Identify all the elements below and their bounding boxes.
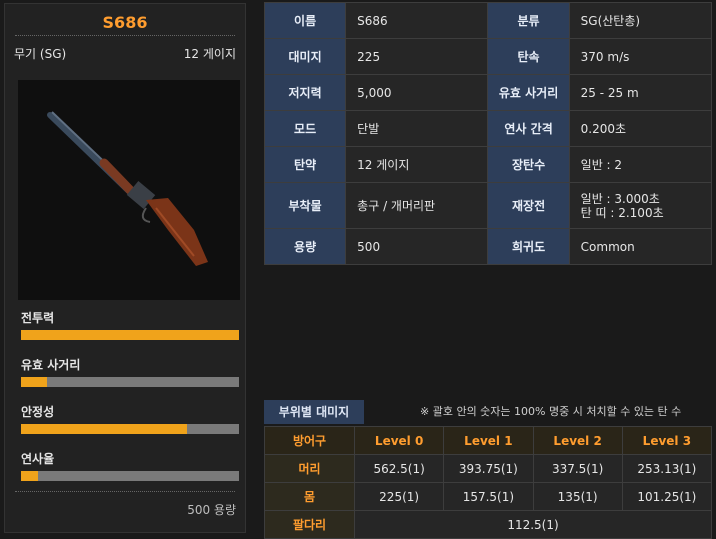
shotgun-icon bbox=[47, 111, 208, 266]
info-row: 대미지 225 탄속 370 m/s bbox=[263, 38, 713, 75]
info-label: 연사 간격 bbox=[487, 110, 570, 147]
info-label: 재장전 bbox=[487, 182, 570, 229]
damage-part: 몸 bbox=[264, 482, 355, 511]
info-value: 일반 : 2 bbox=[568, 146, 713, 183]
info-label: 탄속 bbox=[487, 38, 570, 75]
reload-clip: 탄 띠 : 2.100초 bbox=[580, 205, 664, 220]
info-row: 용량 500 희귀도 Common bbox=[263, 228, 713, 265]
stat-bar bbox=[21, 424, 239, 434]
info-value: S686 bbox=[345, 2, 489, 39]
damage-value: 112.5(1) bbox=[354, 510, 712, 539]
info-label: 장탄수 bbox=[487, 146, 570, 183]
weapon-ammo: 12 게이지 bbox=[183, 46, 236, 61]
damage-header: Level 0 bbox=[353, 426, 445, 455]
damage-header-row: 방어구 Level 0 Level 1 Level 2 Level 3 bbox=[264, 426, 713, 455]
info-label: 용량 bbox=[263, 228, 347, 265]
damage-header: Level 2 bbox=[532, 426, 623, 455]
damage-row: 팔다리 112.5(1) bbox=[264, 510, 712, 539]
info-row: 이름 S686 분류 SG(산탄총) bbox=[263, 2, 713, 39]
damage-value: 101.25(1) bbox=[621, 482, 713, 511]
stat-label: 연사율 bbox=[21, 452, 55, 466]
info-value: 25 - 25 m bbox=[568, 74, 713, 111]
weapon-category: 무기 (SG) bbox=[14, 46, 67, 61]
info-value: 370 m/s bbox=[568, 38, 713, 75]
info-row: 탄약 12 게이지 장탄수 일반 : 2 bbox=[263, 146, 713, 183]
stat-label: 전투력 bbox=[21, 311, 55, 325]
stat-bar bbox=[21, 377, 239, 387]
info-label: 모드 bbox=[263, 110, 347, 147]
damage-part: 머리 bbox=[264, 454, 355, 483]
damage-row: 몸 225(1) 157.5(1) 135(1) 101.25(1) bbox=[264, 482, 713, 511]
weapon-card: S686 무기 (SG) 12 게이지 전투력 유효 사거리 안정성 연사율 5… bbox=[4, 3, 246, 533]
info-label: 희귀도 bbox=[487, 228, 570, 265]
damage-header: 방어구 bbox=[264, 426, 355, 455]
damage-table: 방어구 Level 0 Level 1 Level 2 Level 3 머리 562.5(1… bbox=[264, 426, 713, 539]
stat-combat-power: 전투력 bbox=[21, 309, 239, 340]
damage-row: 머리 562.5(1) 393.75(1) 337.5(1) 253.13(1) bbox=[264, 454, 713, 483]
damage-value: 337.5(1) bbox=[532, 454, 623, 483]
info-value: 5,000 bbox=[345, 74, 489, 111]
stat-bar bbox=[21, 330, 239, 340]
info-value: 225 bbox=[345, 38, 489, 75]
info-label: 대미지 bbox=[263, 38, 347, 75]
stat-stability: 안정성 bbox=[21, 403, 239, 434]
divider bbox=[15, 35, 235, 36]
stat-fill bbox=[21, 330, 239, 340]
info-label: 분류 bbox=[487, 2, 570, 39]
weapon-image bbox=[18, 80, 240, 300]
info-label: 부착물 bbox=[263, 182, 347, 229]
info-value: Common bbox=[568, 228, 713, 265]
stat-effective-range: 유효 사거리 bbox=[21, 356, 239, 387]
weapon-capacity: 500 용량 bbox=[187, 503, 236, 517]
info-value: 단발 bbox=[345, 110, 489, 147]
reload-normal: 일반 : 3.000초 bbox=[580, 191, 660, 206]
damage-value: 562.5(1) bbox=[353, 454, 445, 483]
weapon-name: S686 bbox=[102, 13, 148, 32]
info-label: 저지력 bbox=[263, 74, 347, 111]
info-label: 이름 bbox=[263, 2, 347, 39]
damage-header: Level 3 bbox=[621, 426, 713, 455]
damage-value: 253.13(1) bbox=[621, 454, 713, 483]
stat-label: 안정성 bbox=[21, 405, 55, 419]
stat-fill bbox=[21, 377, 48, 387]
tab-damage-by-part[interactable]: 부위별 대미지 bbox=[264, 400, 364, 424]
divider bbox=[15, 491, 235, 492]
damage-part: 팔다리 bbox=[264, 510, 355, 539]
info-value: 500 bbox=[345, 228, 489, 265]
stat-fire-rate: 연사율 bbox=[21, 450, 239, 481]
damage-value: 157.5(1) bbox=[443, 482, 534, 511]
stat-bar bbox=[21, 471, 239, 481]
info-label: 탄약 bbox=[263, 146, 347, 183]
damage-value: 135(1) bbox=[532, 482, 623, 511]
info-row: 모드 단발 연사 간격 0.200초 bbox=[263, 110, 713, 147]
info-value: SG(산탄총) bbox=[568, 2, 713, 39]
info-row: 부착물 총구 / 개머리판 재장전 일반 : 3.000초 탄 띠 : 2.100초 bbox=[263, 182, 713, 229]
info-value: 12 게이지 bbox=[345, 146, 489, 183]
info-value: 총구 / 개머리판 bbox=[345, 182, 489, 229]
stat-label: 유효 사거리 bbox=[21, 358, 81, 372]
stat-fill bbox=[21, 424, 187, 434]
stat-fill bbox=[21, 471, 39, 481]
info-label: 유효 사거리 bbox=[487, 74, 570, 111]
weapon-meta-row: 무기 (SG) 12 게이지 bbox=[5, 42, 245, 64]
damage-note: ※ 괄호 안의 숫자는 100% 명중 시 처치할 수 있는 탄 수 bbox=[420, 405, 682, 418]
damage-value: 393.75(1) bbox=[443, 454, 534, 483]
damage-value: 225(1) bbox=[353, 482, 445, 511]
reload-values: 일반 : 3.000초 탄 띠 : 2.100초 bbox=[568, 182, 713, 229]
info-value: 0.200초 bbox=[568, 110, 713, 147]
damage-header: Level 1 bbox=[443, 426, 534, 455]
weapon-info-table: 이름 S686 분류 SG(산탄총) 대미지 225 탄속 370 m/s 저지력 5,000 유효… bbox=[263, 2, 713, 265]
info-row: 저지력 5,000 유효 사거리 25 - 25 m bbox=[263, 74, 713, 111]
